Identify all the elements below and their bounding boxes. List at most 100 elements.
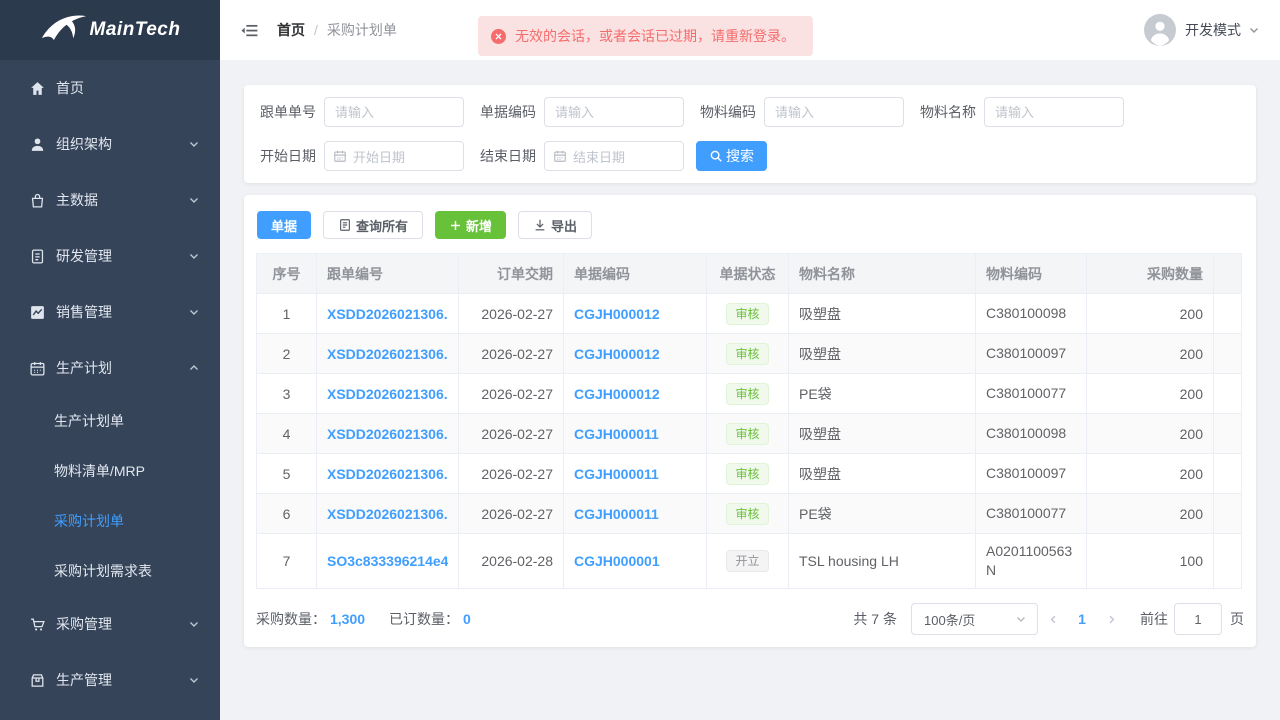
doc-no-link[interactable]: CGJH000012 [574,386,696,402]
cell-doc-no: CGJH000011 [564,454,707,494]
cell-extra [1214,374,1242,414]
cell-doc-no: CGJH000012 [564,374,707,414]
download-icon [533,218,547,232]
next-page-button[interactable] [1096,603,1126,635]
table-body: 1 XSDD2026021306.. 2026-02-27 CGJH000012… [257,294,1242,589]
cell-seq: 1 [257,294,317,334]
doc-no-link[interactable]: CGJH000011 [574,506,696,522]
sidebar-item-production-plan[interactable]: 生产计划 [0,340,220,396]
breadcrumb-current: 采购计划单 [327,20,397,40]
add-button[interactable]: 新增 [435,211,506,239]
chevron-down-icon [188,138,200,150]
sidebar-item-home[interactable]: 首页 [0,60,220,116]
status-tag: 审核 [726,383,768,405]
order-no-input[interactable] [324,97,464,127]
home-icon [29,80,46,97]
order-no-link[interactable]: XSDD2026021306.. [327,426,448,442]
col-header-seq: 序号 [257,254,317,294]
cell-seq: 6 [257,494,317,534]
material-code-input[interactable] [764,97,904,127]
sidebar-subitem-purchase-plan-demand[interactable]: 采购计划需求表 [0,546,220,596]
cell-order-no: XSDD2026021306.. [317,454,459,494]
export-button[interactable]: 导出 [518,211,592,239]
cell-order-no: XSDD2026021306.. [317,294,459,334]
sidebar-fold-icon[interactable] [240,21,259,40]
cell-order-no: SO3c833396214e40 [317,534,459,589]
table-row: 4 XSDD2026021306.. 2026-02-27 CGJH000011… [257,414,1242,454]
breadcrumb: 首页 / 采购计划单 [277,20,397,40]
cell-material-code: C380100098 [976,294,1087,334]
user-menu[interactable]: 开发模式 [1144,14,1260,46]
col-header-material: 物料名称 [789,254,976,294]
cell-qty: 200 [1087,334,1214,374]
cell-doc-no: CGJH000012 [564,334,707,374]
cell-delivery: 2026-02-27 [459,334,564,374]
main-area: 首页 / 采购计划单 无效的会话，或者会话已过期，请重新登录。 开发模式 跟单单… [220,0,1280,720]
page-number-current[interactable]: 1 [1068,611,1096,627]
sidebar-subitem-purchase-plan-order[interactable]: 采购计划单 [0,496,220,546]
end-date-picker[interactable]: 结束日期 [544,141,684,171]
error-circle-icon [491,29,506,44]
table-row: 1 XSDD2026021306.. 2026-02-27 CGJH000012… [257,294,1242,334]
cell-seq: 5 [257,454,317,494]
doc-no-link[interactable]: CGJH000011 [574,466,696,482]
query-all-button[interactable]: 查询所有 [323,211,423,239]
start-date-picker[interactable]: 开始日期 [324,141,464,171]
sidebar-item-org[interactable]: 组织架构 [0,116,220,172]
doc-no-link[interactable]: CGJH000012 [574,306,696,322]
goto-page-input[interactable] [1174,603,1222,635]
export-button-label: 导出 [551,216,577,235]
end-date-placeholder: 结束日期 [573,147,625,166]
cell-status: 审核 [707,334,789,374]
avatar [1144,14,1176,46]
sidebar-item-purchase[interactable]: 采购管理 [0,596,220,652]
chevron-down-icon [188,194,200,206]
purchase-qty-label: 采购数量： [256,609,326,629]
order-no-link[interactable]: XSDD2026021306.. [327,346,448,362]
page-size-value: 100条/页 [924,610,975,629]
table-row: 2 XSDD2026021306.. 2026-02-27 CGJH000012… [257,334,1242,374]
cell-material-code: C380100097 [976,334,1087,374]
chevron-down-icon [188,250,200,262]
logo-text: MainTech [90,19,181,41]
doc-no-link[interactable]: CGJH000001 [574,553,696,569]
doc-code-input[interactable] [544,97,684,127]
doc-button[interactable]: 单据 [257,211,311,239]
cell-order-no: XSDD2026021306.. [317,374,459,414]
cell-extra [1214,454,1242,494]
calendar-icon [333,149,347,163]
user-name: 开发模式 [1185,20,1241,40]
order-no-link[interactable]: XSDD2026021306.. [327,306,448,322]
cell-order-no: XSDD2026021306.. [317,334,459,374]
sidebar-item-sales[interactable]: 销售管理 [0,284,220,340]
order-no-link[interactable]: XSDD2026021306.. [327,506,448,522]
material-name-input[interactable] [984,97,1124,127]
search-button[interactable]: 搜索 [696,141,767,171]
start-date-placeholder: 开始日期 [353,147,405,166]
breadcrumb-home[interactable]: 首页 [277,20,305,40]
sidebar-subitem-bom-mrp[interactable]: 物料清单/MRP [0,446,220,496]
col-header-extra [1214,254,1242,294]
purchase-qty-value: 1,300 [330,611,365,627]
ordered-qty-value: 0 [463,611,471,627]
cell-material: 吸塑盘 [789,334,976,374]
order-no-link[interactable]: XSDD2026021306.. [327,386,448,402]
bag-icon [29,192,46,209]
sidebar-item-manufacturing[interactable]: 生产管理 [0,652,220,708]
page-size-select[interactable]: 100条/页 [911,603,1038,635]
sidebar-item-rnd[interactable]: 研发管理 [0,228,220,284]
prev-page-button[interactable] [1038,603,1068,635]
doc-no-link[interactable]: CGJH000012 [574,346,696,362]
sidebar-item-masterdata[interactable]: 主数据 [0,172,220,228]
order-no-link[interactable]: XSDD2026021306.. [327,466,448,482]
cell-extra [1214,494,1242,534]
sidebar-item-label: 销售管理 [56,302,112,322]
order-no-link[interactable]: SO3c833396214e40 [327,553,448,569]
sidebar-subitem-production-plan-order[interactable]: 生产计划单 [0,396,220,446]
doc-no-link[interactable]: CGJH000011 [574,426,696,442]
status-tag: 审核 [726,463,768,485]
cell-material-code: C380100077 [976,494,1087,534]
status-tag: 审核 [726,303,768,325]
box-icon [29,672,46,689]
cell-delivery: 2026-02-27 [459,374,564,414]
